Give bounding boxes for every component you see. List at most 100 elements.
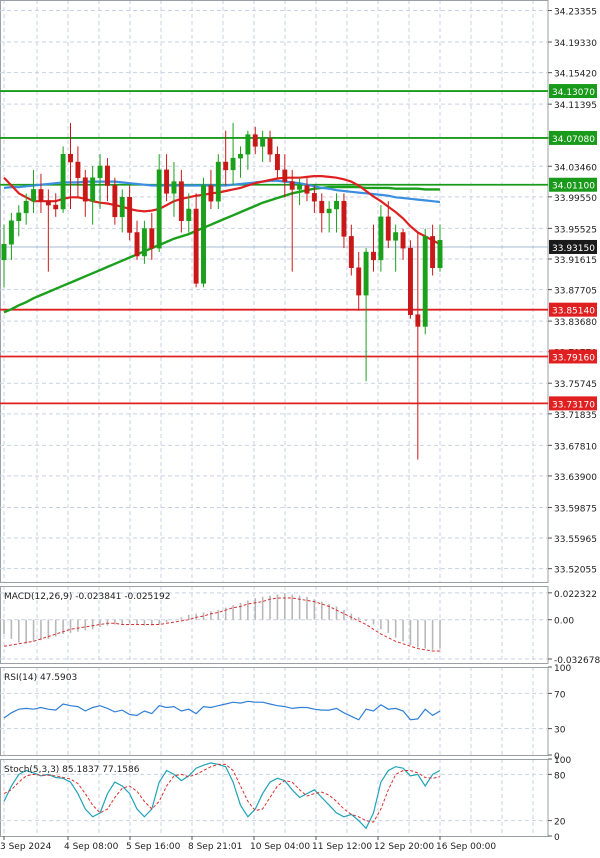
candle-body [193,208,199,284]
pane-frame-price [0,0,549,583]
candle-body [304,185,310,194]
candle-body [186,208,192,221]
candle-body [53,204,59,210]
stoch-tick-label: 20 [554,818,566,828]
candle-body [119,197,125,218]
candle-body [1,243,7,261]
candle-body [8,220,14,245]
candle-body [60,153,66,210]
time-tick-label: 16 Sep 00:00 [436,842,496,852]
candle-body [45,200,51,206]
candle-body [90,177,96,202]
candle-body [68,153,73,163]
price-tick-label: 34.15420 [554,70,597,80]
time-tick-label: 5 Sep 16:00 [126,842,181,852]
candle-body [171,181,177,194]
candle-body [274,153,280,171]
candle-body [141,228,147,257]
price-tick-label: 33.99550 [554,194,597,204]
candle-body [149,228,155,249]
candle-body [422,236,428,327]
time-tick-label: 10 Sep 04:00 [250,842,310,852]
price-tick-label: 33.63900 [554,473,597,483]
candle-body [297,185,303,190]
candle-body [156,169,162,249]
candle-body [105,165,110,186]
candle-body [245,134,251,155]
candle-body [393,232,399,241]
rsi-line [3,700,441,721]
level-label: 34.07080 [552,135,595,145]
candle-body [378,216,384,261]
candle-body [407,247,413,315]
stoch-tick-label: 0 [554,833,560,843]
candle-body [400,232,406,249]
stoch-tick-label: 80 [554,771,566,781]
price-tick-label: 33.67810 [554,442,597,452]
level-label: 33.73170 [552,400,595,410]
candle-body [134,232,140,257]
price-tick-label: 33.52055 [554,566,597,576]
price-tick-label: 33.75745 [554,380,597,390]
time-tick-label: 3 Sep 2024 [0,842,52,852]
candle-body [252,134,258,147]
time-tick-label: 8 Sep 21:01 [188,842,242,852]
chart-canvas: 34.23355 34.19330 34.15420 34.11395 34.07080… [0,0,600,852]
level-label: 34.13070 [552,88,595,98]
candle-body [282,169,288,182]
candle-body [31,189,37,202]
price-tick-label: 33.87705 [554,287,597,297]
candle-body [230,157,236,171]
candle-body [223,161,229,171]
candle-body [75,161,81,178]
time-tick-label: 12 Sep 20:00 [374,842,434,852]
stoch-label: Stoch(5,3,3) 85.1837 77.1586 [4,765,140,775]
candle-body [260,138,266,147]
rsi-tick-label: 100 [554,664,571,674]
candle-body [208,185,214,202]
time-tick-label: 11 Sep 12:00 [312,842,372,852]
candle-body [348,236,354,268]
macd-label: MACD(12,26,9) -0.023841 -0.025192 [4,592,170,602]
candle-body [341,200,347,237]
candle-body [82,177,88,202]
candle-body [430,236,436,268]
current-price-label: 33.93150 [552,244,595,254]
price-tick-label: 34.11395 [554,101,597,111]
candle-body [38,189,44,202]
chart-window: 34.23355 34.19330 34.15420 34.11395 34.07080… [0,0,600,854]
candle-body [127,197,133,233]
pane-frame-rsi [0,667,549,756]
price-tick-label: 33.83680 [554,318,597,328]
rsi-label: RSI(14) 47.5903 [4,673,77,683]
stoch-tick-label: 100 [554,756,571,766]
candle-body [363,251,369,296]
rsi-tick-label: 30 [554,726,566,736]
candle-body [215,161,221,202]
candle-body [437,240,443,268]
candle-body [385,216,391,241]
candle-body [164,169,170,194]
macd-tick-label: 0.022322 [554,590,597,600]
candle-body [178,181,184,221]
candle-body [319,200,325,214]
macd-signal-line [3,597,440,652]
candle-body [415,314,421,327]
price-tick-label: 34.03460 [554,163,597,173]
candle-body [23,200,29,214]
candle-body [238,153,243,159]
price-tick-label: 33.91615 [554,256,597,266]
price-tick-label: 33.59875 [554,504,597,514]
price-tick-label: 33.71835 [554,411,597,421]
candle-body [326,208,332,214]
level-label: 33.79160 [552,353,595,363]
candle-body [356,267,362,296]
candle-body [112,185,118,218]
candle-body [16,212,22,221]
price-tick-label: 34.19330 [554,39,597,49]
time-tick-label: 4 Sep 08:00 [64,842,119,852]
candle-body [97,165,103,178]
candle-body [311,193,317,202]
candle-body [267,138,273,155]
price-tick-label: 34.23355 [554,8,597,18]
